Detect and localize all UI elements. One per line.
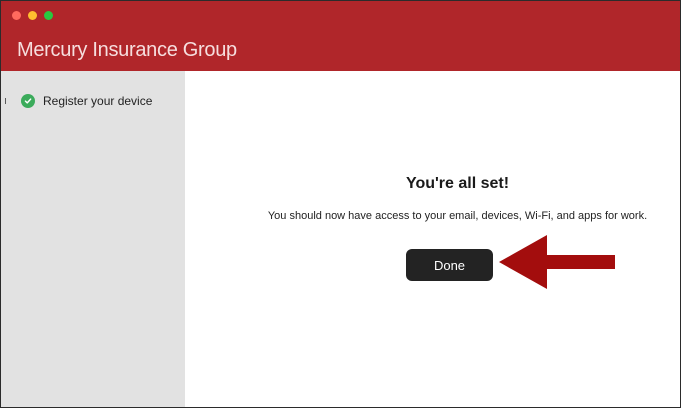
sidebar-item-label: Register your device [43, 94, 153, 108]
sidebar: ı Register your device [1, 71, 185, 407]
app-window: Mercury Insurance Group ı Register your … [0, 0, 681, 408]
title-bar: Mercury Insurance Group [1, 1, 680, 71]
confirmation-message: You should now have access to your email… [267, 210, 648, 222]
sidebar-item-register-device[interactable]: ı Register your device [1, 92, 152, 110]
checkmark-icon [24, 98, 32, 104]
app-title: Mercury Insurance Group [17, 39, 237, 61]
cut-off-indicator: ı [4, 95, 8, 107]
check-circle-icon [21, 94, 35, 108]
minimize-window-button[interactable] [28, 11, 37, 20]
close-window-button[interactable] [12, 11, 21, 20]
page-title: You're all set! [405, 175, 510, 192]
done-button[interactable]: Done [406, 249, 493, 281]
arrow-left-icon [499, 235, 615, 289]
maximize-window-button[interactable] [44, 11, 53, 20]
